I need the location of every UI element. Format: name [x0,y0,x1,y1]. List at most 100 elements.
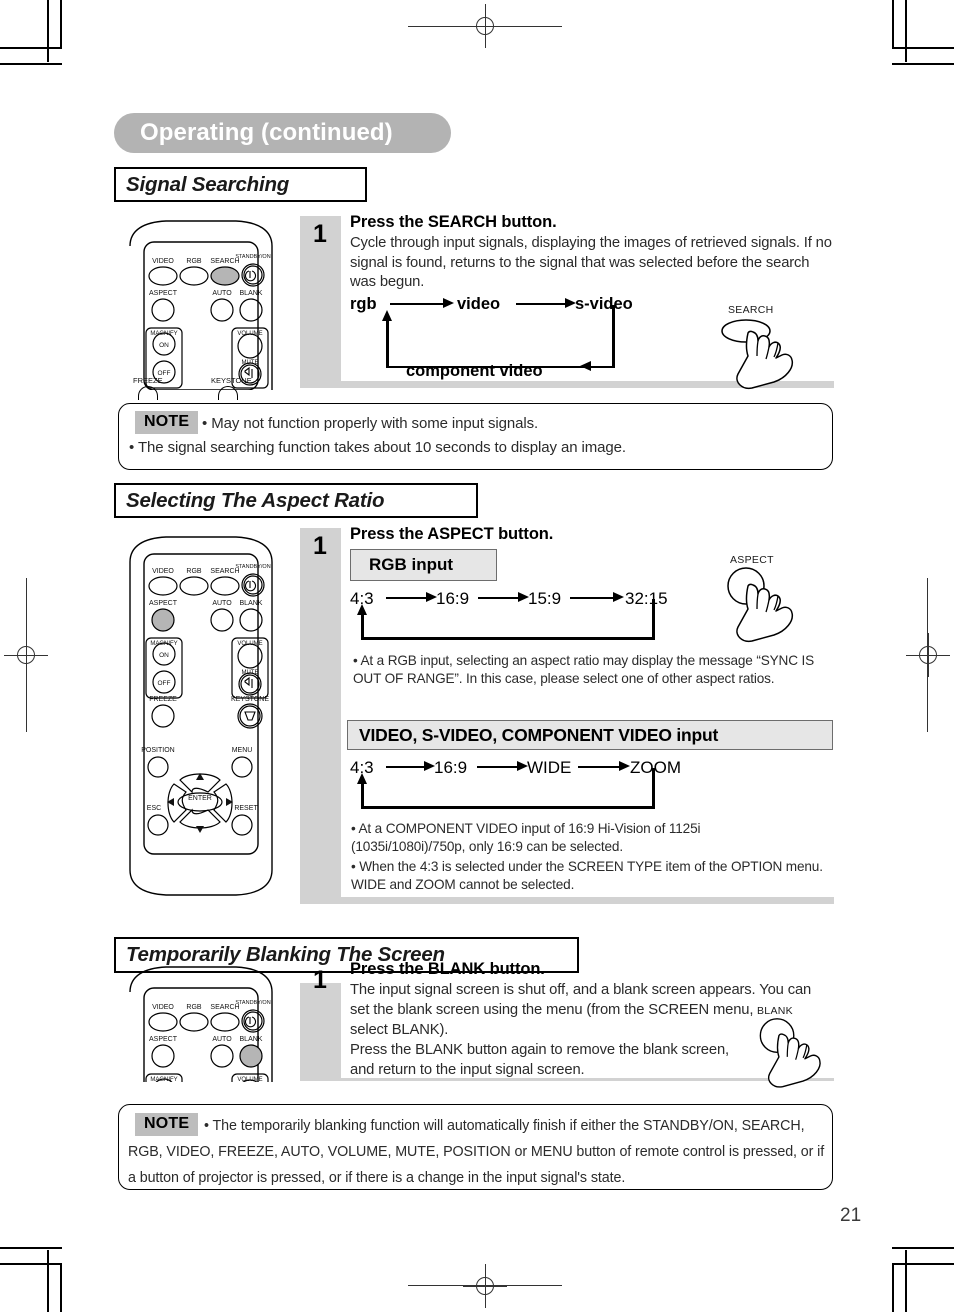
flow-video-arrow-3 [578,765,620,769]
press-icon-label-aspect: ASPECT [730,554,774,566]
flow-arrowhead-video [443,298,454,309]
flow-video-wide: WIDE [527,758,572,777]
svg-text:RGB: RGB [186,1004,202,1011]
flow-rgb-arrow-1 [386,596,427,600]
svg-text:VIDEO: VIDEO [152,568,174,575]
step-number-blanking: 1 [313,966,327,994]
flow-arrow-rgb-to-video [390,302,443,306]
flow-arrowhead-s-video [565,298,576,309]
svg-text:BLANK: BLANK [240,1036,263,1043]
press-icon-label-search: SEARCH [728,304,774,316]
note-text-1-line1: • May not function properly with some in… [202,415,539,432]
note-video-aspect-2: • When the 4:3 is selected under the SCR… [351,859,823,892]
svg-text:MUTE: MUTE [242,670,259,676]
svg-text:ASPECT: ASPECT [149,290,178,297]
remote1-keystone-button [218,386,238,400]
flow-video-arrowhead-3 [619,761,630,772]
svg-text:STANDBY/ON: STANDBY/ON [235,1000,270,1006]
svg-text:VOLUME: VOLUME [237,641,262,647]
flow-video-16-9: 16:9 [434,758,468,777]
step-title-blanking: Press the BLANK button. [350,960,545,978]
note-text-2-line1: • The temporarily blanking function will… [204,1118,805,1134]
svg-text:ESC: ESC [147,805,161,812]
svg-text:RESET: RESET [234,805,258,812]
note-text-2-line3: a button of projector is pressed, or if … [128,1170,626,1186]
svg-text:RGB: RGB [186,568,202,575]
page-title: Operating (continued) [114,113,451,153]
flow-item-rgb: rgb [350,295,377,313]
flow-video-arrowhead-loop [356,773,367,784]
step-body-blanking-line2: set the blank screen using the menu (fro… [350,1002,754,1018]
step-number-aspect-ratio: 1 [313,532,327,560]
flow-video-arrowhead-1 [424,761,435,772]
svg-text:MAGNIFY: MAGNIFY [150,331,177,337]
step-body-blanking-line1: The input signal screen is shut off, and… [350,982,812,998]
banner-video-input: VIDEO, S-VIDEO, COMPONENT VIDEO input [347,720,833,750]
svg-text:RGB: RGB [186,258,202,265]
manual-page: Operating (continued) Signal Searching 1… [0,0,954,1312]
svg-text:MUTE: MUTE [242,360,259,366]
step-title-signal-searching: Press the SEARCH button. [350,213,557,231]
note-rgb-aspect: • At a RGB input, selecting an aspect ra… [353,653,815,686]
svg-text:MENU: MENU [232,747,253,754]
step-body-blanking-line3: select BLANK). [350,1022,449,1038]
section-heading-aspect-ratio: Selecting The Aspect Ratio [114,483,478,518]
flow-rgb-32-15: 32:15 [625,589,668,608]
svg-text:BLANK: BLANK [240,290,263,297]
flow-rgb-15-9: 15:9 [528,589,562,608]
svg-text:AUTO: AUTO [212,290,232,297]
flow-rgb-16-9: 16:9 [436,589,470,608]
note-tag-1: NOTE [135,411,199,434]
step-body-signal-searching: Cycle through input signals, displaying … [350,235,832,291]
flow-rgb-loop-down [652,599,655,640]
remote-control-illustration-3: VIDEO RGB SEARCH STANDBY/ON ASPECT AUTO … [118,960,294,1082]
svg-text:POSITION: POSITION [141,747,174,754]
step-title-aspect-ratio: Press the ASPECT button. [350,525,554,543]
flow-item-s-video: s-video [575,295,633,313]
svg-text:AUTO: AUTO [212,1036,232,1043]
flow-rgb-loop-bottom [361,637,654,640]
flow-item-video: video [457,295,501,313]
note-text-1-line2: • The signal searching function takes ab… [129,439,626,456]
flow-video-loop-down [652,768,655,809]
svg-text:VIDEO: VIDEO [152,1004,174,1011]
svg-text:VIDEO: VIDEO [152,258,174,265]
step-body-blanking-line4: Press the BLANK button again to remove t… [350,1042,730,1058]
press-icon-label-blank: BLANK [757,1005,793,1017]
note-video-aspect-1: • At a COMPONENT VIDEO input of 16:9 Hi-… [351,821,701,854]
svg-text:FREEZE: FREEZE [149,696,177,703]
step-number-signal-searching: 1 [313,220,327,248]
remote-control-illustration-2: VIDEO RGB SEARCH STANDBY/ON ASPECT AUTO … [118,530,294,902]
remote-control-illustration-1: VIDEO RGB SEARCH STANDBY/ON ASPECT AUTO … [118,214,290,390]
remote1-freeze-button [138,386,158,400]
flow-rgb-arrowhead-1 [426,592,437,603]
remote1-keystone-label: KEYSTONE [211,376,252,385]
svg-text:MAGNIFY: MAGNIFY [150,641,177,647]
flow-arrowhead-loop [580,361,591,372]
page-number: 21 [840,1205,862,1226]
svg-text:ENTER: ENTER [188,795,212,802]
note-tag-2: NOTE [135,1113,199,1136]
svg-text:VOLUME: VOLUME [237,331,262,337]
svg-text:KEYSTONE: KEYSTONE [231,696,269,703]
remote1-freeze-label: FREEZE [133,376,163,385]
svg-text:OFF: OFF [158,680,171,687]
svg-text:ASPECT: ASPECT [149,1036,178,1043]
flow-loop-down [612,305,615,368]
flow-video-arrowhead-2 [517,761,528,772]
flow-rgb-arrowhead-loop [356,604,367,615]
flow-video-loop-bottom [361,806,654,809]
step-body-blanking-line5: and return to the input signal screen. [350,1062,585,1078]
flow-rgb-arrow-2 [478,596,519,600]
flow-video-arrow-2 [477,765,518,769]
flow-arrowhead-rgb [381,310,392,321]
flow-arrow-video-to-svideo [516,302,566,306]
flow-video-arrow-1 [386,765,425,769]
section-heading-signal-searching: Signal Searching [114,167,367,202]
svg-text:ON: ON [159,652,169,659]
banner-rgb-input-label: RGB input [369,555,454,574]
flow-rgb-loop-up [361,612,364,640]
flow-rgb-arrowhead-2 [518,592,529,603]
svg-text:ON: ON [159,342,169,349]
svg-text:MAGNIFY: MAGNIFY [150,1077,177,1082]
